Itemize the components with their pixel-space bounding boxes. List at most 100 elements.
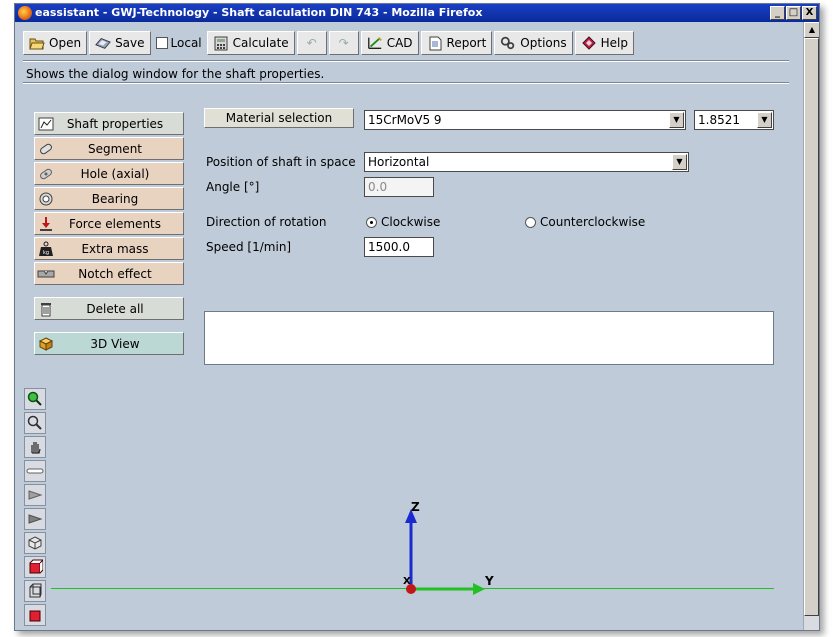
view-back-icon[interactable] [24, 508, 46, 530]
firefox-icon [18, 6, 32, 20]
trash-icon [35, 298, 57, 319]
material-selection-button[interactable]: Material selection [204, 108, 354, 128]
cube-3d-icon [35, 333, 57, 354]
report-button[interactable]: Report [420, 31, 493, 55]
report-icon [427, 35, 443, 51]
view-solid-icon[interactable] [24, 556, 46, 578]
calculate-button[interactable]: Calculate [206, 31, 295, 55]
help-label: Help [600, 36, 628, 50]
position-select[interactable]: Horizontal ▼ [364, 152, 689, 172]
pan-hand-icon[interactable] [24, 436, 46, 458]
toolbar-divider [23, 60, 789, 62]
chart-icon [35, 113, 57, 134]
chevron-down-icon[interactable]: ▼ [669, 112, 684, 128]
help-book-icon [581, 35, 597, 51]
counterclockwise-radio[interactable]: Counterclockwise [525, 215, 645, 229]
message-area [204, 311, 774, 365]
redo-button[interactable]: ↷ [328, 31, 359, 55]
save-label: Save [115, 36, 145, 50]
app-content: Open Save Local Calculate ↶ ↷ CAD Report… [15, 22, 805, 630]
view-wire-icon[interactable] [24, 580, 46, 602]
close-button[interactable]: X [802, 6, 817, 20]
direction-label: Direction of rotation [206, 215, 327, 229]
material-number-select[interactable]: 1.8521 ▼ [694, 110, 774, 130]
view-iso-icon[interactable] [24, 532, 46, 554]
segment-button[interactable]: Segment [34, 137, 184, 160]
vertical-scrollbar[interactable]: ▲ [803, 22, 819, 630]
hole-axial-button[interactable]: Hole (axial) [34, 162, 184, 185]
maximize-button[interactable]: □ [786, 6, 801, 20]
clockwise-radio-dot[interactable] [366, 216, 377, 228]
minimize-button[interactable]: _ [770, 6, 785, 20]
force-elements-label: Force elements [68, 216, 161, 231]
extra-mass-button[interactable]: kg Extra mass [34, 237, 184, 260]
notch-effect-label: Notch effect [78, 266, 152, 281]
undo-button[interactable]: ↶ [296, 31, 327, 55]
weight-icon: kg [35, 238, 57, 259]
view-section-icon[interactable] [24, 604, 46, 626]
axis-x-label: X [403, 576, 411, 587]
hole-icon [35, 163, 57, 184]
force-arrow-icon [35, 213, 57, 234]
material-select[interactable]: 15CrMoV5 9 ▼ [364, 110, 686, 130]
redo-icon: ↷ [338, 36, 349, 50]
clockwise-label: Clockwise [381, 215, 441, 229]
folder-open-icon [29, 35, 45, 51]
bearing-label: Bearing [91, 191, 139, 206]
zoom-in-icon[interactable] [24, 388, 46, 410]
hole-axial-label: Hole (axial) [80, 166, 150, 181]
svg-text:kg: kg [43, 250, 49, 256]
local-label: Local [170, 36, 202, 50]
help-button[interactable]: Help [574, 31, 634, 55]
status-text: Shows the dialog window for the shaft pr… [26, 67, 325, 81]
title-bar: eassistant - GWJ-Technology - Shaft calc… [15, 4, 819, 22]
report-label: Report [446, 36, 487, 50]
segment-label: Segment [88, 141, 142, 156]
local-checkbox[interactable]: Local [153, 31, 205, 55]
cad-button[interactable]: CAD [360, 31, 419, 55]
window-title: eassistant - GWJ-Technology - Shaft calc… [35, 6, 483, 19]
chevron-down-icon[interactable]: ▼ [672, 154, 687, 170]
save-icon [95, 35, 111, 51]
view-3d-label: 3D View [90, 336, 140, 351]
calculator-icon [213, 35, 229, 51]
browser-window: eassistant - GWJ-Technology - Shaft calc… [14, 3, 820, 631]
speed-label: Speed [1/min] [206, 240, 292, 254]
notch-effect-button[interactable]: Notch effect [34, 262, 184, 285]
view-side-icon[interactable] [24, 460, 46, 482]
force-elements-button[interactable]: Force elements [34, 212, 184, 235]
counterclockwise-radio-dot[interactable] [525, 216, 536, 228]
view-front-icon[interactable] [24, 484, 46, 506]
cad-label: CAD [386, 36, 413, 50]
speed-input[interactable]: 1500.0 [364, 237, 434, 257]
notch-icon [35, 263, 57, 284]
delete-all-label: Delete all [86, 301, 144, 316]
scroll-up-icon[interactable]: ▲ [804, 22, 819, 38]
counterclockwise-label: Counterclockwise [540, 215, 646, 229]
shaft-properties-button[interactable]: Shaft properties [34, 112, 184, 135]
local-checkbox-box[interactable] [155, 37, 168, 49]
extra-mass-label: Extra mass [81, 241, 149, 256]
bearing-icon [35, 188, 57, 209]
options-icon [500, 35, 516, 51]
open-button[interactable]: Open [23, 31, 88, 55]
main-toolbar: Open Save Local Calculate ↶ ↷ CAD Report… [23, 30, 634, 56]
shaft-properties-label: Shaft properties [66, 116, 164, 131]
view-3d-button[interactable]: 3D View [34, 332, 184, 355]
clockwise-radio[interactable]: Clockwise [366, 215, 440, 229]
calculate-label: Calculate [232, 36, 289, 50]
options-button[interactable]: Options [494, 31, 573, 55]
zoom-icon[interactable] [24, 412, 46, 434]
material-value: 15CrMoV5 9 [368, 113, 442, 127]
undo-icon: ↶ [306, 36, 317, 50]
options-label: Options [520, 36, 567, 50]
open-label: Open [49, 36, 82, 50]
scroll-thumb[interactable] [804, 38, 819, 616]
save-button[interactable]: Save [89, 31, 151, 55]
material-number-value: 1.8521 [698, 113, 740, 127]
angle-input[interactable]: 0.0 [364, 177, 434, 197]
bearing-button[interactable]: Bearing [34, 187, 184, 210]
axis-y-label: Y [485, 574, 494, 588]
chevron-down-icon[interactable]: ▼ [757, 112, 772, 128]
delete-all-button[interactable]: Delete all [34, 297, 184, 320]
